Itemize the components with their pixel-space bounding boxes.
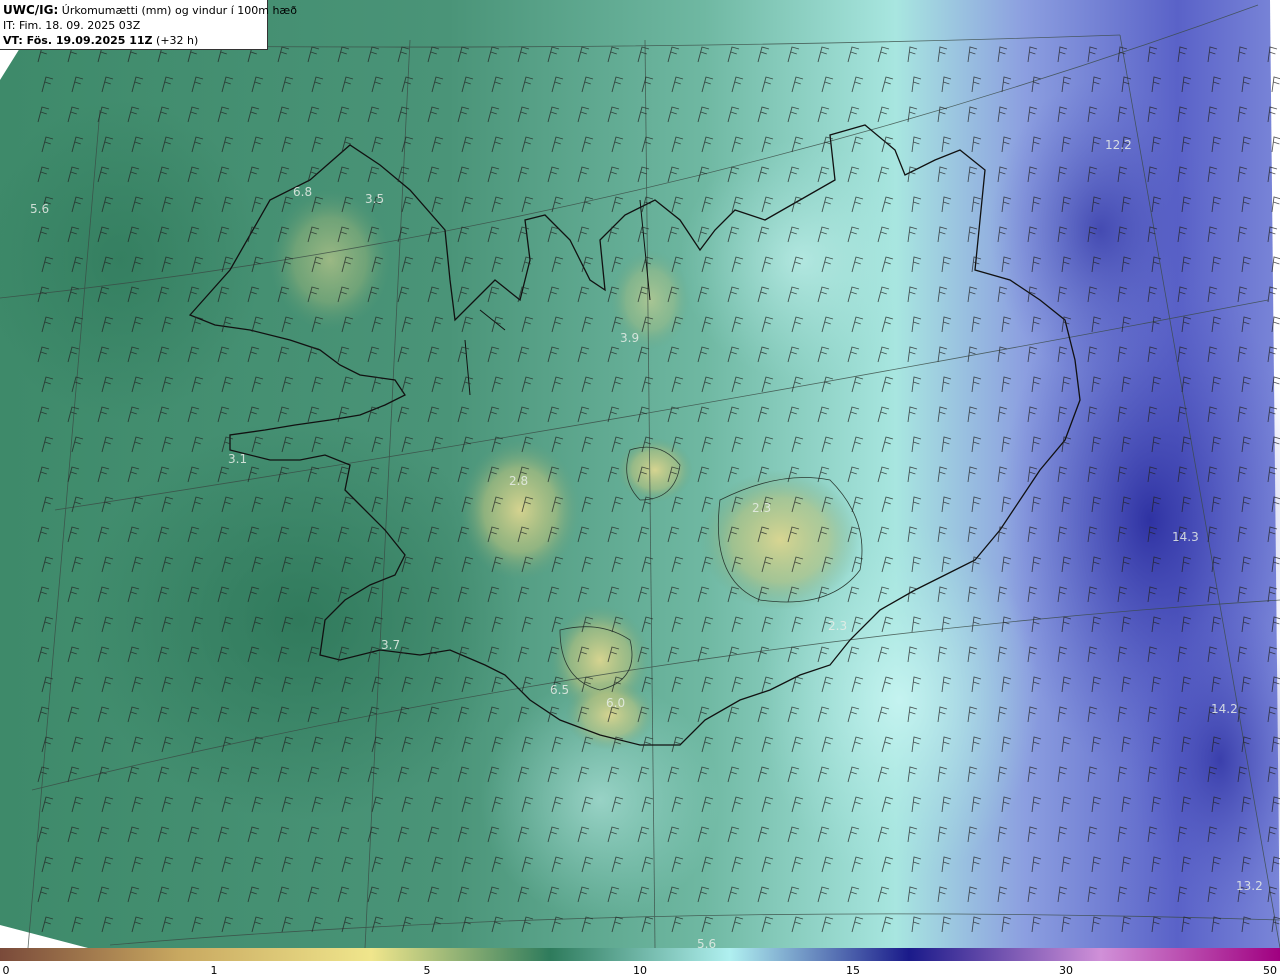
value-label: 5.6 xyxy=(697,937,716,948)
value-label: 3.5 xyxy=(365,192,384,206)
value-label: 13.2 xyxy=(1236,879,1263,893)
value-label: 6.0 xyxy=(606,696,625,710)
colorbar-label: 5 xyxy=(423,964,431,977)
wind-barb xyxy=(1271,136,1280,153)
colorbar-label: 15 xyxy=(846,964,860,977)
precipitation-colorbar: 0 1 5 10 15 30 50 xyxy=(0,948,1280,978)
valid-time: VT: Fös. 19.09.2025 11Z (+32 h) xyxy=(3,33,267,48)
value-label: 3.7 xyxy=(381,638,400,652)
value-label: 3.9 xyxy=(620,331,639,345)
value-label: 6.5 xyxy=(550,683,569,697)
value-label: 12.2 xyxy=(1105,138,1132,152)
value-label: 2.8 xyxy=(509,474,528,488)
map-title: UWC/IG: Úrkomumætti (mm) og vindur í 100… xyxy=(3,3,297,18)
value-label: 14.2 xyxy=(1211,702,1238,716)
map-title-text: Úrkomumætti (mm) og vindur í 100m hæð xyxy=(61,4,297,17)
colorbar-label: 1 xyxy=(210,964,218,977)
value-label: 2.3 xyxy=(752,501,771,515)
value-label: 14.3 xyxy=(1172,530,1199,544)
colorbar-strip xyxy=(0,948,1280,961)
colorbar-label: 50 xyxy=(1263,964,1277,977)
valid-time-code: VT: Fös. 19.09.2025 11Z xyxy=(3,34,153,47)
value-label: 2.3 xyxy=(828,619,847,633)
wind-barb xyxy=(1271,76,1280,93)
colorbar-label: 0 xyxy=(2,964,10,977)
model-code: UWC/IG: xyxy=(3,3,59,17)
wind-barb xyxy=(1271,256,1280,273)
map-info-box: UWC/IG: Úrkomumætti (mm) og vindur í 100… xyxy=(0,0,297,50)
value-label: 3.1 xyxy=(228,452,247,466)
map-canvas: 5.6 6.8 3.5 3.9 3.1 2.8 2.3 2.3 3.7 6.5 … xyxy=(0,0,1280,948)
colorbar-label: 30 xyxy=(1059,964,1073,977)
value-label: 6.8 xyxy=(293,185,312,199)
precipitation-map: 5.6 6.8 3.5 3.9 3.1 2.8 2.3 2.3 3.7 6.5 … xyxy=(0,0,1280,948)
colorbar-label: 10 xyxy=(633,964,647,977)
valid-time-offset: (+32 h) xyxy=(156,34,199,47)
issue-time: IT: Fim. 18. 09. 2025 03Z xyxy=(3,19,141,32)
wind-barb xyxy=(1271,196,1280,213)
value-label: 5.6 xyxy=(30,202,49,216)
